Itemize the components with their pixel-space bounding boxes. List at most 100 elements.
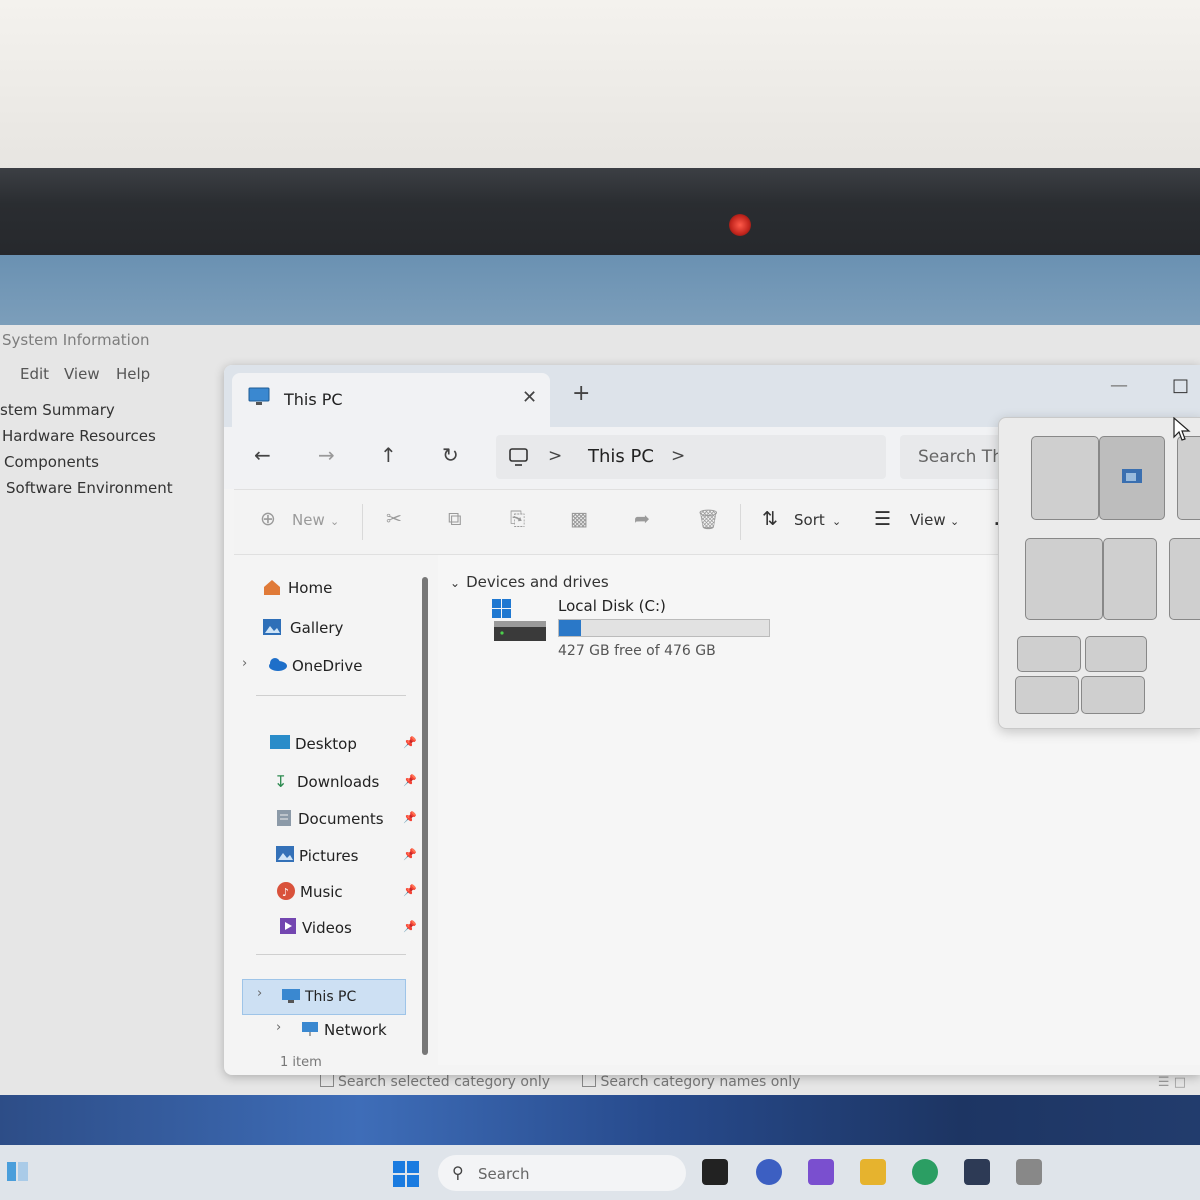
pin-icon[interactable]: 📌 [403, 884, 417, 897]
nav-item-gallery[interactable]: Gallery [244, 613, 419, 643]
cut-icon[interactable]: ✂ [386, 508, 402, 530]
option-selected-category[interactable]: Search selected category only [320, 1073, 550, 1090]
rename-icon[interactable]: ▩ [570, 508, 588, 530]
new-icon[interactable]: ⊕ [260, 508, 276, 530]
snap-zone[interactable] [1103, 538, 1157, 620]
checkbox[interactable] [320, 1073, 334, 1087]
pin-icon[interactable]: 📌 [403, 848, 417, 861]
breadcrumb-this-pc[interactable]: This PC [588, 446, 654, 467]
snap-zone[interactable] [1169, 538, 1200, 620]
drive-usage-fill [559, 620, 581, 636]
divider [256, 954, 406, 955]
tree-item-hardware-resources[interactable]: Hardware Resources [0, 423, 225, 449]
up-icon[interactable]: ↑ [380, 443, 397, 467]
document-icon [276, 809, 296, 827]
snap-zone[interactable] [1015, 676, 1079, 714]
pin-icon[interactable]: 📌 [403, 736, 417, 749]
tab-this-pc[interactable]: This PC ✕ [232, 373, 550, 427]
sort-icon[interactable]: ⇅ [762, 508, 778, 530]
checkbox[interactable] [582, 1073, 597, 1087]
menu-view[interactable]: View [64, 365, 100, 383]
view-icon[interactable]: ☰ [874, 508, 891, 530]
chevron-down-icon[interactable]: ⌄ [450, 576, 460, 590]
forward-icon[interactable]: → [318, 443, 335, 467]
menu-bar: Edit View Help [0, 357, 230, 387]
start-icon[interactable] [392, 1160, 420, 1188]
nav-item-home[interactable]: Home [244, 573, 419, 603]
nav-item-documents[interactable]: Documents 📌 [244, 804, 419, 834]
maximize-icon[interactable]: □ [1172, 375, 1189, 396]
address-bar[interactable]: > This PC > [496, 435, 886, 479]
videos-icon [280, 918, 300, 936]
nav-item-videos[interactable]: Videos 📌 [244, 913, 419, 943]
drive-local-disk-c[interactable]: Local Disk (C:) 427 GB free of 476 GB [490, 597, 790, 667]
explorer-app-icon [1122, 469, 1142, 483]
drive-usage-bar [558, 619, 770, 637]
delete-icon[interactable]: 🗑 [696, 508, 720, 531]
task-view-icon[interactable] [702, 1159, 728, 1185]
group-header-devices[interactable]: ⌄ Devices and drives [450, 573, 609, 591]
new-button[interactable]: New [292, 511, 325, 529]
tree-item-components[interactable]: Components [0, 449, 225, 475]
option-category-names[interactable]: Search category names only [582, 1073, 800, 1090]
nav-item-this-pc[interactable]: › This PC [242, 979, 406, 1015]
view-button[interactable]: View [910, 511, 946, 529]
nav-item-downloads[interactable]: ↧ Downloads 📌 [244, 767, 419, 797]
nav-scrollbar[interactable] [422, 577, 428, 1055]
tree-item-system-summary[interactable]: stem Summary [0, 397, 225, 423]
snap-zone[interactable] [1085, 636, 1147, 672]
system-info-taskbar-icon[interactable] [964, 1159, 990, 1185]
chevron-right-icon[interactable]: › [276, 1020, 281, 1035]
chevron-down-icon[interactable]: ⌄ [330, 515, 339, 528]
drive-icon [492, 599, 546, 641]
monitor-icon [282, 989, 300, 1003]
sort-button[interactable]: Sort [794, 511, 825, 529]
nav-item-music[interactable]: ♪ Music 📌 [244, 877, 419, 907]
chevron-down-icon[interactable]: ⌄ [950, 515, 959, 528]
app-icon[interactable] [1016, 1159, 1042, 1185]
drive-free-space: 427 GB free of 476 GB [558, 643, 716, 659]
nav-item-label: This PC [305, 989, 357, 1005]
share-icon[interactable]: ➦ [634, 508, 650, 530]
paste-icon[interactable]: ⎘ [510, 508, 525, 530]
breadcrumb-separator[interactable]: > [548, 446, 562, 466]
pin-icon[interactable]: 📌 [403, 811, 417, 824]
snap-zone[interactable] [1025, 538, 1103, 620]
laptop-bezel [0, 168, 1200, 352]
webcam [729, 214, 751, 236]
nav-item-network[interactable]: › Network [244, 1015, 419, 1045]
nav-item-onedrive[interactable]: › OneDrive [242, 651, 419, 681]
chevron-down-icon[interactable]: ⌄ [832, 515, 841, 528]
chevron-right-icon[interactable]: › [257, 986, 262, 1001]
snap-zone[interactable] [1099, 436, 1165, 520]
back-icon[interactable]: ← [254, 443, 271, 467]
refresh-icon[interactable]: ↻ [442, 443, 459, 467]
pin-icon[interactable]: 📌 [403, 774, 417, 787]
edge-icon[interactable] [912, 1159, 938, 1185]
nav-item-desktop[interactable]: Desktop 📌 [244, 729, 419, 759]
tree-item-software-environment[interactable]: Software Environment [0, 475, 225, 501]
minimize-icon[interactable]: — [1110, 375, 1128, 396]
menu-edit[interactable]: Edit [20, 365, 49, 383]
close-tab-icon[interactable]: ✕ [522, 387, 537, 408]
pin-icon[interactable]: 📌 [403, 920, 417, 933]
desktop-icon [270, 734, 290, 752]
new-tab-button[interactable]: + [572, 381, 590, 406]
search-icon: ⚲ [452, 1163, 464, 1182]
snap-zone[interactable] [1177, 436, 1200, 520]
file-explorer-taskbar-icon[interactable] [860, 1159, 886, 1185]
breadcrumb-chevron[interactable]: > [671, 446, 685, 466]
copy-icon[interactable]: ⧉ [448, 508, 462, 530]
nav-item-pictures[interactable]: Pictures 📌 [244, 841, 419, 871]
teams-icon[interactable] [756, 1159, 782, 1185]
chevron-right-icon[interactable]: › [242, 656, 247, 671]
pictures-icon [276, 846, 296, 864]
menu-help[interactable]: Help [116, 365, 150, 383]
snap-zone[interactable] [1081, 676, 1145, 714]
copilot-icon[interactable] [808, 1159, 834, 1185]
snap-zone[interactable] [1031, 436, 1099, 520]
widgets-icon[interactable] [6, 1161, 30, 1183]
taskbar-search[interactable]: ⚲ Search [438, 1155, 686, 1191]
home-icon [262, 578, 282, 596]
snap-zone[interactable] [1017, 636, 1081, 672]
